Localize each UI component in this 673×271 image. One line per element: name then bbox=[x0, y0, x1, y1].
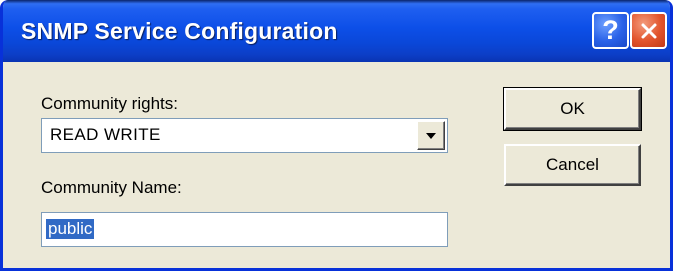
help-icon: ? bbox=[602, 15, 619, 45]
community-rights-value: READ WRITE bbox=[50, 125, 161, 144]
community-name-label: Community Name: bbox=[41, 178, 182, 197]
chevron-down-icon bbox=[426, 132, 436, 139]
cancel-button[interactable]: Cancel bbox=[504, 144, 641, 186]
community-rights-label: Community rights: bbox=[41, 94, 178, 113]
help-button[interactable]: ? bbox=[592, 12, 629, 49]
community-name-input[interactable]: public bbox=[41, 212, 448, 247]
dialog-window: SNMP Service Configuration ? Community r… bbox=[0, 0, 673, 271]
close-button[interactable] bbox=[630, 12, 667, 49]
community-rights-select[interactable]: READ WRITE bbox=[41, 118, 448, 153]
dropdown-button[interactable] bbox=[417, 121, 445, 150]
community-name-value: public bbox=[46, 219, 95, 239]
close-icon bbox=[641, 23, 656, 38]
window-title: SNMP Service Configuration bbox=[21, 18, 338, 44]
ok-button[interactable]: OK bbox=[503, 87, 642, 131]
dialog-body: Community rights: READ WRITE Community N… bbox=[3, 62, 670, 268]
title-bar[interactable]: SNMP Service Configuration ? bbox=[3, 0, 670, 62]
